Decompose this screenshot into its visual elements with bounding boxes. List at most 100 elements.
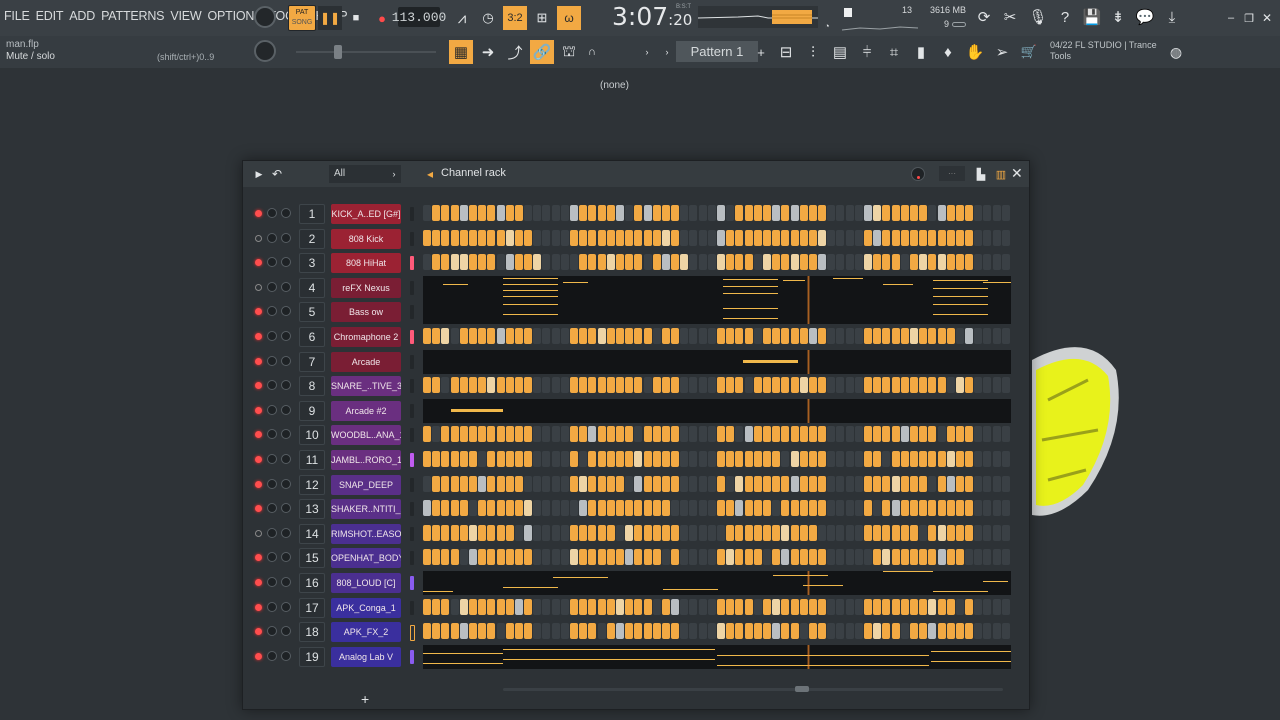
step-button[interactable] — [882, 205, 891, 221]
step-button[interactable] — [689, 377, 698, 394]
step-button[interactable] — [606, 229, 615, 246]
step-button[interactable] — [468, 549, 477, 566]
step-button[interactable] — [781, 426, 790, 443]
step-button[interactable] — [854, 426, 863, 443]
step-button[interactable] — [836, 524, 845, 541]
step-button[interactable] — [974, 377, 983, 394]
channel-mute-led[interactable] — [255, 283, 262, 291]
step-button[interactable] — [891, 524, 900, 541]
step-button[interactable] — [891, 328, 900, 344]
step-button[interactable] — [468, 377, 477, 394]
step-button[interactable] — [423, 500, 431, 517]
step-button[interactable] — [928, 229, 937, 246]
step-button[interactable] — [854, 623, 863, 640]
step-button[interactable] — [965, 426, 974, 443]
step-button[interactable] — [946, 549, 955, 566]
channel-pan-knob[interactable] — [267, 257, 277, 268]
step-button[interactable] — [496, 426, 505, 443]
step-button[interactable] — [661, 549, 670, 566]
step-button[interactable] — [487, 451, 496, 467]
step-button[interactable] — [992, 377, 1001, 394]
step-button[interactable] — [983, 205, 992, 221]
step-button[interactable] — [707, 598, 716, 615]
step-button[interactable] — [744, 328, 753, 344]
step-button[interactable] — [983, 328, 992, 344]
step-button[interactable] — [661, 205, 670, 221]
channel-name-button[interactable]: JAMBL..RORO_1 — [331, 450, 401, 470]
step-button[interactable] — [919, 623, 928, 640]
step-button[interactable] — [928, 500, 937, 517]
step-button[interactable] — [726, 500, 735, 517]
step-button[interactable] — [845, 549, 854, 566]
step-button[interactable] — [524, 254, 533, 271]
step-button[interactable] — [818, 500, 827, 517]
step-button[interactable] — [818, 475, 827, 492]
step-button[interactable] — [909, 377, 918, 394]
step-button[interactable] — [441, 426, 450, 443]
step-button[interactable] — [661, 229, 670, 246]
step-button[interactable] — [459, 254, 468, 271]
step-button[interactable] — [643, 623, 652, 640]
step-button[interactable] — [671, 377, 680, 394]
step-sequencer[interactable] — [423, 204, 1011, 224]
step-button[interactable] — [671, 205, 680, 221]
step-button[interactable] — [487, 475, 496, 492]
step-button[interactable] — [560, 549, 569, 566]
step-button[interactable] — [680, 205, 689, 221]
step-button[interactable] — [588, 205, 597, 221]
menu-edit[interactable]: EDIT — [36, 9, 64, 23]
step-button[interactable] — [909, 500, 918, 517]
channel-mixer-track[interactable]: 18 — [299, 622, 325, 643]
step-button[interactable] — [717, 377, 725, 394]
step-button[interactable] — [772, 229, 781, 246]
channel-select-indicator[interactable] — [410, 551, 414, 566]
step-button[interactable] — [753, 623, 762, 640]
step-button[interactable] — [579, 549, 588, 566]
channel-mixer-track[interactable]: 17 — [299, 597, 325, 618]
step-button[interactable] — [992, 524, 1001, 541]
step-button[interactable] — [478, 549, 487, 566]
step-button[interactable] — [955, 598, 964, 615]
step-button[interactable] — [717, 549, 725, 566]
export-icon[interactable]: ⇟ — [1106, 5, 1130, 29]
step-button[interactable] — [588, 254, 597, 271]
step-button[interactable] — [707, 524, 716, 541]
step-button[interactable] — [882, 426, 891, 443]
step-button[interactable] — [946, 524, 955, 541]
step-button[interactable] — [579, 426, 588, 443]
step-button[interactable] — [827, 426, 836, 443]
step-button[interactable] — [468, 426, 477, 443]
step-button[interactable] — [478, 500, 487, 517]
arrow-forward-icon[interactable]: ➜ — [476, 40, 500, 64]
step-button[interactable] — [487, 598, 496, 615]
step-button[interactable] — [514, 205, 523, 221]
step-button[interactable] — [680, 598, 689, 615]
step-button[interactable] — [514, 451, 523, 467]
step-button[interactable] — [450, 598, 459, 615]
step-button[interactable] — [671, 229, 680, 246]
step-button[interactable] — [459, 328, 468, 344]
channel-row[interactable]: 16 808_LOUD [C] — [251, 571, 1021, 595]
step-button[interactable] — [717, 254, 725, 271]
step-button[interactable] — [818, 623, 827, 640]
step-button[interactable] — [1001, 377, 1010, 394]
step-button[interactable] — [625, 254, 634, 271]
step-button[interactable] — [900, 328, 909, 344]
step-button[interactable] — [790, 254, 799, 271]
step-button[interactable] — [854, 205, 863, 221]
step-button[interactable] — [441, 598, 450, 615]
step-button[interactable] — [551, 598, 560, 615]
step-button[interactable] — [652, 426, 661, 443]
step-button[interactable] — [496, 475, 505, 492]
add-pattern-icon[interactable]: + — [754, 40, 768, 64]
step-button[interactable] — [570, 229, 578, 246]
step-button[interactable] — [781, 475, 790, 492]
step-button[interactable] — [643, 377, 652, 394]
step-button[interactable] — [1001, 475, 1010, 492]
piano-roll-preview[interactable] — [423, 275, 1011, 300]
menu-view[interactable]: VIEW — [170, 9, 201, 23]
channel-mixer-track[interactable]: 2 — [299, 228, 325, 249]
step-button[interactable] — [661, 377, 670, 394]
step-button[interactable] — [928, 205, 937, 221]
step-button[interactable] — [772, 377, 781, 394]
